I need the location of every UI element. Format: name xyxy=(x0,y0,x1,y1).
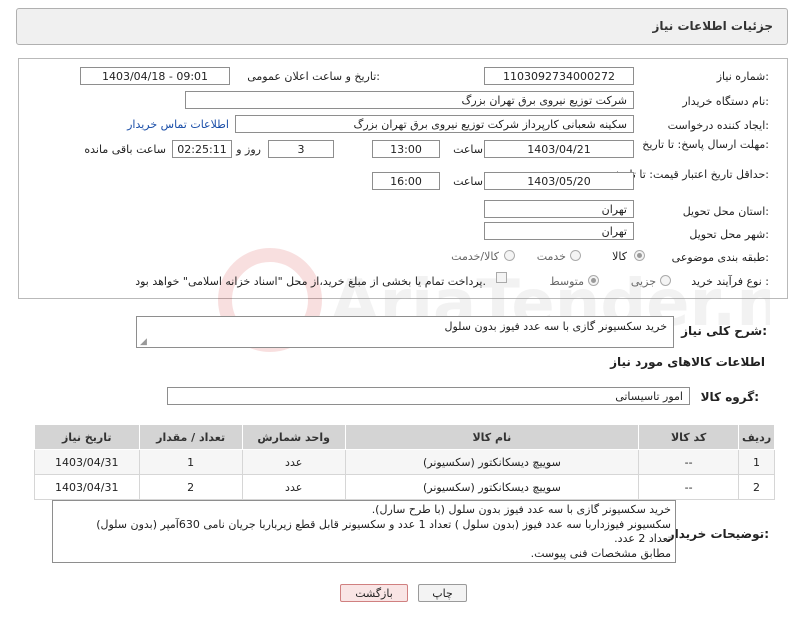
province-field: تهران xyxy=(484,200,634,218)
deadline-date-field: 1403/04/21 xyxy=(484,140,634,158)
summary-label: شرح کلی نیاز: xyxy=(681,324,767,338)
category-both-label: کالا/خدمت xyxy=(451,250,499,263)
goods-group-label: گروه کالا: xyxy=(700,390,759,404)
creator-field: سکینه شعبانی کارپرداز شرکت توزیع نیروی ب… xyxy=(235,115,634,133)
col-row-index: ردیف xyxy=(738,424,775,450)
buyer-notes-box: خرید سکسیونر گازی با سه عدد فیوز بدون سل… xyxy=(52,500,676,563)
cell-item-code: -- xyxy=(638,449,740,475)
cell-need-date: 1403/04/31 xyxy=(34,449,140,475)
print-button[interactable]: چاپ xyxy=(418,584,467,602)
buyer-notes-line: تعداد 2 عدد. xyxy=(614,532,671,545)
table-row[interactable]: 1403/04/31 2 عدد سوییچ دیسکانکتور (سکسیو… xyxy=(34,474,775,500)
cell-need-date: 1403/04/31 xyxy=(34,474,140,500)
treasury-payment-checkbox[interactable] xyxy=(496,272,507,283)
deadline-time-label: ساعت xyxy=(453,143,483,156)
cell-item-name: سوییچ دیسکانکتور (سکسیونر) xyxy=(344,449,640,475)
cell-item-code: -- xyxy=(638,474,740,500)
category-goods-radio[interactable] xyxy=(634,250,645,261)
announce-label: تاریخ و ساعت اعلان عمومی: xyxy=(247,70,380,83)
page-title: جزئیات اطلاعات نیاز xyxy=(652,19,773,33)
buyer-notes-line: خرید سکسیونر گازی با سه عدد فیوز بدون سل… xyxy=(371,503,671,516)
buyer-org-label: نام دستگاه خریدار: xyxy=(682,95,769,108)
col-quantity: تعداد / مقدار xyxy=(138,424,243,450)
process-label: نوع فرآیند خرید : xyxy=(691,275,769,288)
cell-quantity: 2 xyxy=(138,474,243,500)
resize-handle-icon[interactable]: ◢ xyxy=(140,337,147,347)
creator-label: ایجاد کننده درخواست: xyxy=(667,119,769,132)
days-field: 3 xyxy=(268,140,334,158)
process-minor-label: جزیی xyxy=(630,275,656,288)
process-medium-radio[interactable] xyxy=(588,275,599,286)
page-header: جزئیات اطلاعات نیاز xyxy=(16,8,788,45)
cell-item-name: سوییچ دیسکانکتور (سکسیونر) xyxy=(344,474,640,500)
category-service-radio[interactable] xyxy=(570,250,581,261)
days-label: روز و xyxy=(236,143,261,156)
buyer-notes-line: سکسیونر فیوزداربا سه عدد فیوز (بدون سلول… xyxy=(96,517,671,531)
goods-section-title: اطلاعات کالاهای مورد نیاز xyxy=(610,355,765,369)
cell-unit: عدد xyxy=(241,449,346,475)
col-need-date: تاریخ نیاز xyxy=(34,424,140,450)
process-medium-label: متوسط xyxy=(549,275,584,288)
col-unit: واحد شمارش xyxy=(241,424,346,450)
items-table-header: تاریخ نیاز تعداد / مقدار واحد شمارش نام … xyxy=(34,424,775,450)
items-table: تاریخ نیاز تعداد / مقدار واحد شمارش نام … xyxy=(34,424,775,500)
back-button[interactable]: بازگشت xyxy=(340,584,408,602)
cell-row-index: 2 xyxy=(738,474,775,500)
city-field: تهران xyxy=(484,222,634,240)
need-number-label: شماره نیاز: xyxy=(716,70,769,83)
buyer-notes-label: توضیحات خریدار: xyxy=(667,527,769,541)
process-minor-radio[interactable] xyxy=(660,275,671,286)
category-label: طبقه بندی موضوعی: xyxy=(671,251,769,264)
buyer-contact-link[interactable]: اطلاعات تماس خریدار xyxy=(127,118,229,131)
remaining-label: ساعت باقی مانده xyxy=(84,143,166,156)
col-item-code: کد کالا xyxy=(638,424,740,450)
category-service-label: خدمت xyxy=(536,250,566,263)
validity-time-label: ساعت xyxy=(453,175,483,188)
buyer-notes-line: مطابق مشخصات فنی پیوست. xyxy=(530,546,671,560)
remaining-time-field: 02:25:11 xyxy=(172,140,232,158)
treasury-payment-note: پرداخت تمام یا بخشی از مبلغ خرید،از محل … xyxy=(135,275,486,288)
buyer-org-field: شرکت توزیع نیروی برق تهران بزرگ xyxy=(185,91,634,109)
validity-time-field: 16:00 xyxy=(372,172,440,190)
need-number-field: 1103092734000272 xyxy=(484,67,634,85)
announce-field: 1403/04/18 - 09:01 xyxy=(80,67,230,85)
summary-field: خرید سکسیونر گازی با سه عدد فیوز بدون سل… xyxy=(136,316,674,348)
category-goods-label: کالا xyxy=(612,250,627,263)
deadline-label: مهلت ارسال پاسخ: تا تاریخ: xyxy=(642,138,769,151)
cell-unit: عدد xyxy=(241,474,346,500)
deadline-time-field: 13:00 xyxy=(372,140,440,158)
city-label: شهر محل تحویل: xyxy=(689,228,769,241)
province-label: استان محل تحویل: xyxy=(682,205,769,218)
cell-quantity: 1 xyxy=(138,449,243,475)
col-item-name: نام کالا xyxy=(344,424,640,450)
cell-row-index: 1 xyxy=(738,449,775,475)
goods-group-field: امور تاسیساتی xyxy=(167,387,690,405)
category-both-radio[interactable] xyxy=(504,250,515,261)
validity-date-field: 1403/05/20 xyxy=(484,172,634,190)
table-row[interactable]: 1403/04/31 1 عدد سوییچ دیسکانکتور (سکسیو… xyxy=(34,449,775,475)
